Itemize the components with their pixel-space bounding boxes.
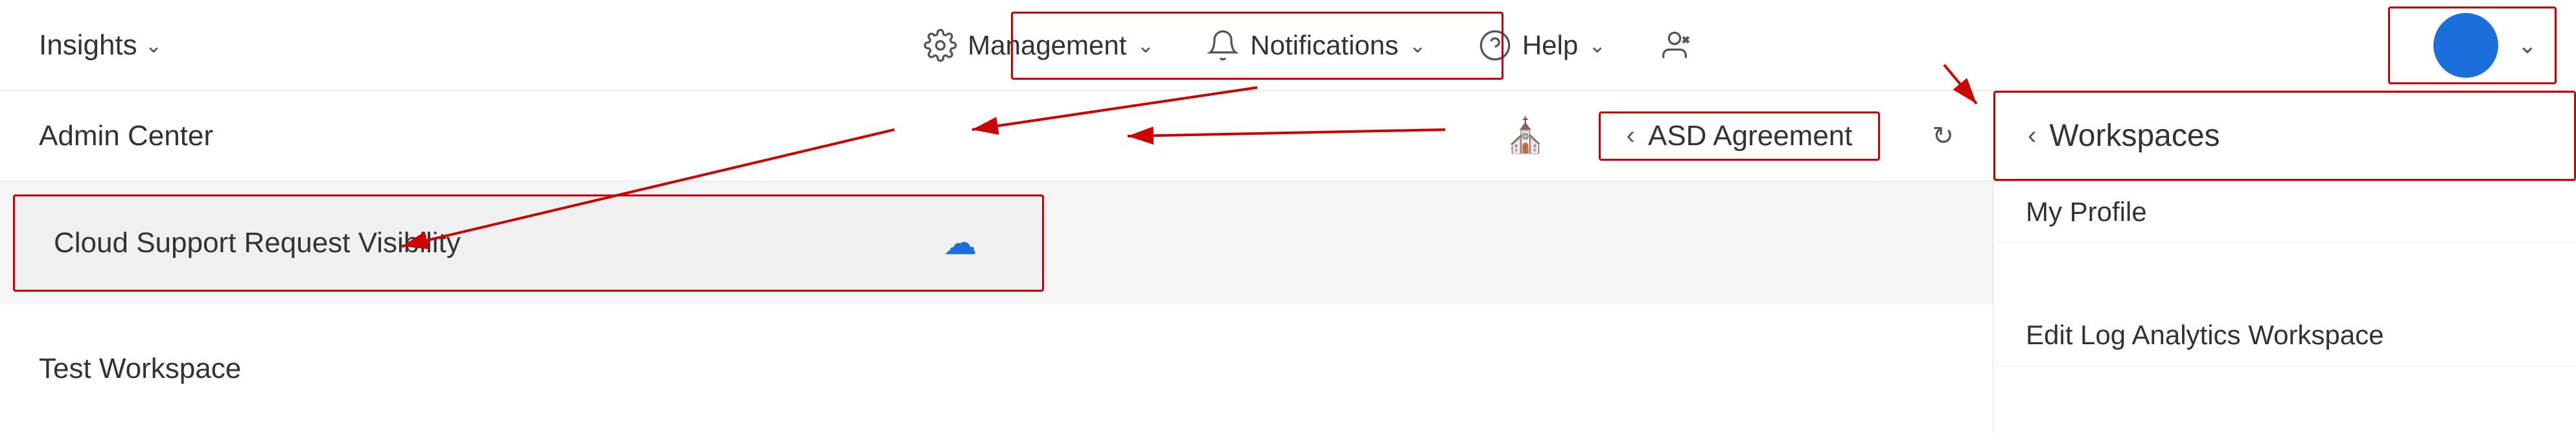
user-dropdown-chevron-icon[interactable]: ⌄ bbox=[2518, 32, 2537, 59]
asd-chevron-left-icon: ‹ bbox=[1627, 121, 1635, 150]
my-profile-item[interactable]: My Profile bbox=[1993, 181, 2576, 243]
workspaces-panel: ‹ Workspaces bbox=[1993, 91, 2576, 181]
asd-agreement-label: ASD Agreement bbox=[1648, 120, 1853, 152]
management-label: Management bbox=[968, 30, 1126, 61]
management-nav[interactable]: Management ⌄ bbox=[923, 29, 1154, 62]
insights-chevron-icon: ⌄ bbox=[145, 33, 163, 58]
workspaces-label: Workspaces bbox=[2049, 118, 2220, 154]
test-workspace-label: Test Workspace bbox=[39, 353, 241, 385]
sync-icon[interactable]: ↻ bbox=[1932, 121, 1954, 151]
bell-icon bbox=[1206, 29, 1240, 62]
third-row: Cloud Support Request Visibility ☁ My Pr… bbox=[0, 181, 2576, 305]
fourth-row: Test Workspace Edit Log Analytics Worksp… bbox=[0, 305, 2576, 433]
edit-log-item[interactable]: Edit Log Analytics Workspace bbox=[1993, 305, 2576, 366]
notifications-nav[interactable]: Notifications ⌄ bbox=[1206, 29, 1426, 62]
cloud-support-label: Cloud Support Request Visibility bbox=[54, 227, 461, 259]
admin-center-label: Admin Center bbox=[39, 120, 213, 152]
user-avatar[interactable] bbox=[2433, 13, 2498, 78]
help-icon bbox=[1478, 29, 1512, 62]
help-label: Help bbox=[1522, 30, 1578, 61]
user-icon-nav[interactable] bbox=[1658, 29, 1691, 62]
notifications-chevron-icon: ⌄ bbox=[1409, 33, 1426, 58]
help-chevron-icon: ⌄ bbox=[1588, 33, 1606, 58]
test-workspace-item[interactable]: Test Workspace bbox=[0, 305, 1993, 433]
workspaces-header[interactable]: ‹ Workspaces bbox=[1993, 91, 2576, 181]
breadcrumb-area: Admin Center ⛪ ‹ ASD Agreement ↻ bbox=[0, 91, 1993, 181]
insights-label: Insights bbox=[39, 29, 137, 62]
management-chevron-icon: ⌄ bbox=[1137, 33, 1154, 58]
gear-icon bbox=[923, 29, 957, 62]
edit-log-label: Edit Log Analytics Workspace bbox=[2026, 320, 2384, 351]
top-nav-center: Management ⌄ Notifications ⌄ Help bbox=[181, 29, 2433, 62]
my-profile-label: My Profile bbox=[2026, 196, 2147, 228]
workspaces-items: My Profile bbox=[1993, 181, 2576, 305]
second-row: Admin Center ⛪ ‹ ASD Agreement ↻ ‹ Works… bbox=[0, 91, 2576, 181]
cloud-icon: ☁ bbox=[944, 224, 977, 263]
insights-nav[interactable]: Insights ⌄ bbox=[39, 29, 181, 62]
person-icon bbox=[1658, 29, 1691, 62]
workspaces-chevron-left-icon: ‹ bbox=[2028, 121, 2036, 150]
notifications-label: Notifications bbox=[1250, 30, 1398, 61]
third-middle-area bbox=[1044, 181, 1993, 305]
nav-right: ⌄ bbox=[2433, 13, 2537, 78]
help-nav[interactable]: Help ⌄ bbox=[1478, 29, 1606, 62]
fourth-workspaces: Edit Log Analytics Workspace bbox=[1993, 305, 2576, 433]
asd-agreement-button[interactable]: ‹ ASD Agreement bbox=[1599, 111, 1881, 161]
top-nav-bar: Insights ⌄ Management ⌄ Notif bbox=[0, 0, 2576, 91]
cloud-support-item[interactable]: Cloud Support Request Visibility ☁ bbox=[13, 194, 1044, 292]
home-icon[interactable]: ⛪ bbox=[1505, 116, 1547, 156]
